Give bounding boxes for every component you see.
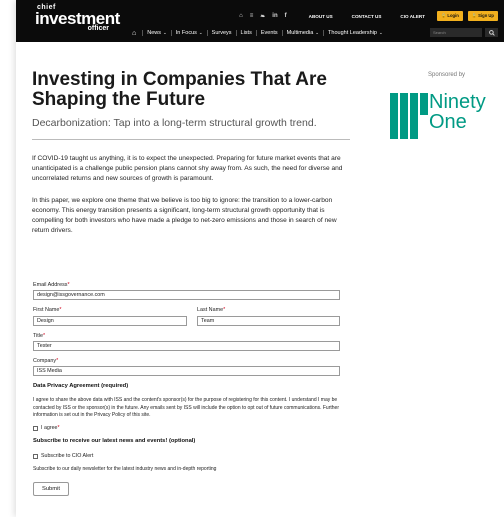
nav-item-label: Surveys: [211, 30, 232, 36]
social-links: ⌂ ≡ ❧ in f: [239, 13, 287, 20]
nav-item-thought-leadership[interactable]: Thought Leadership ⌄: [323, 30, 387, 36]
article-paragraph-1: If COVID-19 taught us anything, it is to…: [32, 155, 343, 182]
site-logo[interactable]: chief investment officer: [35, 4, 120, 38]
about-us-link[interactable]: ABOUT US: [309, 14, 333, 19]
login-button[interactable]: 🔒 Login: [437, 11, 463, 21]
nav-item-label: Multimedia: [286, 30, 314, 36]
main-nav: ⌂ News ⌄ In Focus ⌄ Surveys Lists Events M…: [132, 28, 387, 38]
nav-item-surveys[interactable]: Surveys: [206, 30, 236, 36]
email-label: Email Address*: [33, 282, 70, 288]
nav-item-label: Lists: [240, 30, 252, 36]
utility-bar: ⌂ ≡ ❧ in f ABOUT US CONTACT US CIO ALERT…: [239, 11, 498, 21]
sponsor-name-line-1: Ninety: [429, 91, 486, 113]
article-paragraph-2: In this paper, we explore one theme that…: [32, 197, 337, 234]
first-name-field[interactable]: Design: [33, 316, 187, 326]
sponsor-name: Ninety One: [429, 92, 486, 132]
privacy-heading: Data Privacy Agreement (required): [33, 383, 129, 389]
rss-feed-icon[interactable]: ≡: [250, 13, 254, 20]
home-icon[interactable]: ⌂: [132, 30, 142, 37]
submit-button[interactable]: Submit: [33, 482, 69, 496]
nav-item-label: Events: [260, 30, 278, 36]
last-name-label: Last Name*: [197, 307, 226, 313]
agree-checkbox[interactable]: [33, 425, 38, 431]
site-header: chief investment officer ⌂ ≡ ❧ in f ABOU…: [16, 0, 504, 42]
email-field[interactable]: design@issgovernance.com: [33, 290, 340, 300]
cio-alert-label: Subscribe to CIO Alert: [41, 453, 94, 459]
company-field[interactable]: ISS Media: [33, 366, 340, 376]
chevron-down-icon: ⌄: [198, 30, 203, 35]
first-name-label: First Name*: [33, 307, 62, 313]
privacy-text: I agree to share the above data with ISS…: [33, 397, 339, 418]
cio-alert-link[interactable]: CIO ALERT: [400, 14, 425, 19]
chevron-down-icon: ⌄: [163, 30, 167, 35]
search-icon: [488, 29, 495, 36]
linkedin-icon[interactable]: in: [272, 13, 277, 20]
sponsor-name-line-2: One: [429, 111, 467, 133]
chevron-down-icon: ⌄: [315, 30, 320, 35]
nav-item-news[interactable]: News ⌄: [142, 30, 171, 36]
twitter-icon[interactable]: ❧: [260, 13, 265, 20]
nav-item-label: Thought Leadership: [328, 30, 377, 36]
title-divider: [32, 139, 350, 140]
article-title: Investing in Companies That Are Shaping …: [32, 69, 327, 110]
nav-item-events[interactable]: Events: [255, 30, 282, 36]
search-input[interactable]: Search: [430, 28, 482, 37]
agree-label: I agree: [41, 425, 58, 431]
facebook-icon[interactable]: f: [285, 13, 287, 20]
signup-button[interactable]: 🔒 Sign Up: [467, 11, 498, 21]
nav-item-label: In Focus: [175, 30, 197, 36]
newsletter-text: Subscribe to our daily newsletter for th…: [33, 466, 217, 472]
nav-item-label: News: [147, 30, 161, 36]
nav-item-lists[interactable]: Lists: [235, 30, 256, 36]
subscribe-heading: Subscribe to receive our latest news and…: [33, 438, 196, 444]
contact-us-link[interactable]: CONTACT US: [352, 14, 382, 19]
nav-item-multimedia[interactable]: Multimedia ⌄: [281, 30, 323, 36]
cio-alert-checkbox-row[interactable]: Subscribe to CIO Alert: [33, 453, 93, 459]
title-label: Title*: [33, 333, 46, 339]
company-label: Company*: [33, 358, 59, 364]
last-name-field[interactable]: Team: [197, 316, 340, 326]
cio-alert-checkbox[interactable]: [33, 453, 38, 459]
article-subtitle: Decarbonization: Tap into a long-term st…: [32, 117, 317, 129]
rss-icon[interactable]: ⌂: [239, 13, 243, 20]
title-field[interactable]: Tester: [33, 341, 340, 351]
chevron-down-icon: ⌄: [378, 30, 383, 35]
agree-checkbox-row[interactable]: I agree *: [33, 425, 60, 431]
nav-item-in-focus[interactable]: In Focus ⌄: [170, 30, 207, 36]
sponsored-by-label: Sponsored by: [428, 72, 466, 78]
search-button[interactable]: [485, 28, 498, 37]
